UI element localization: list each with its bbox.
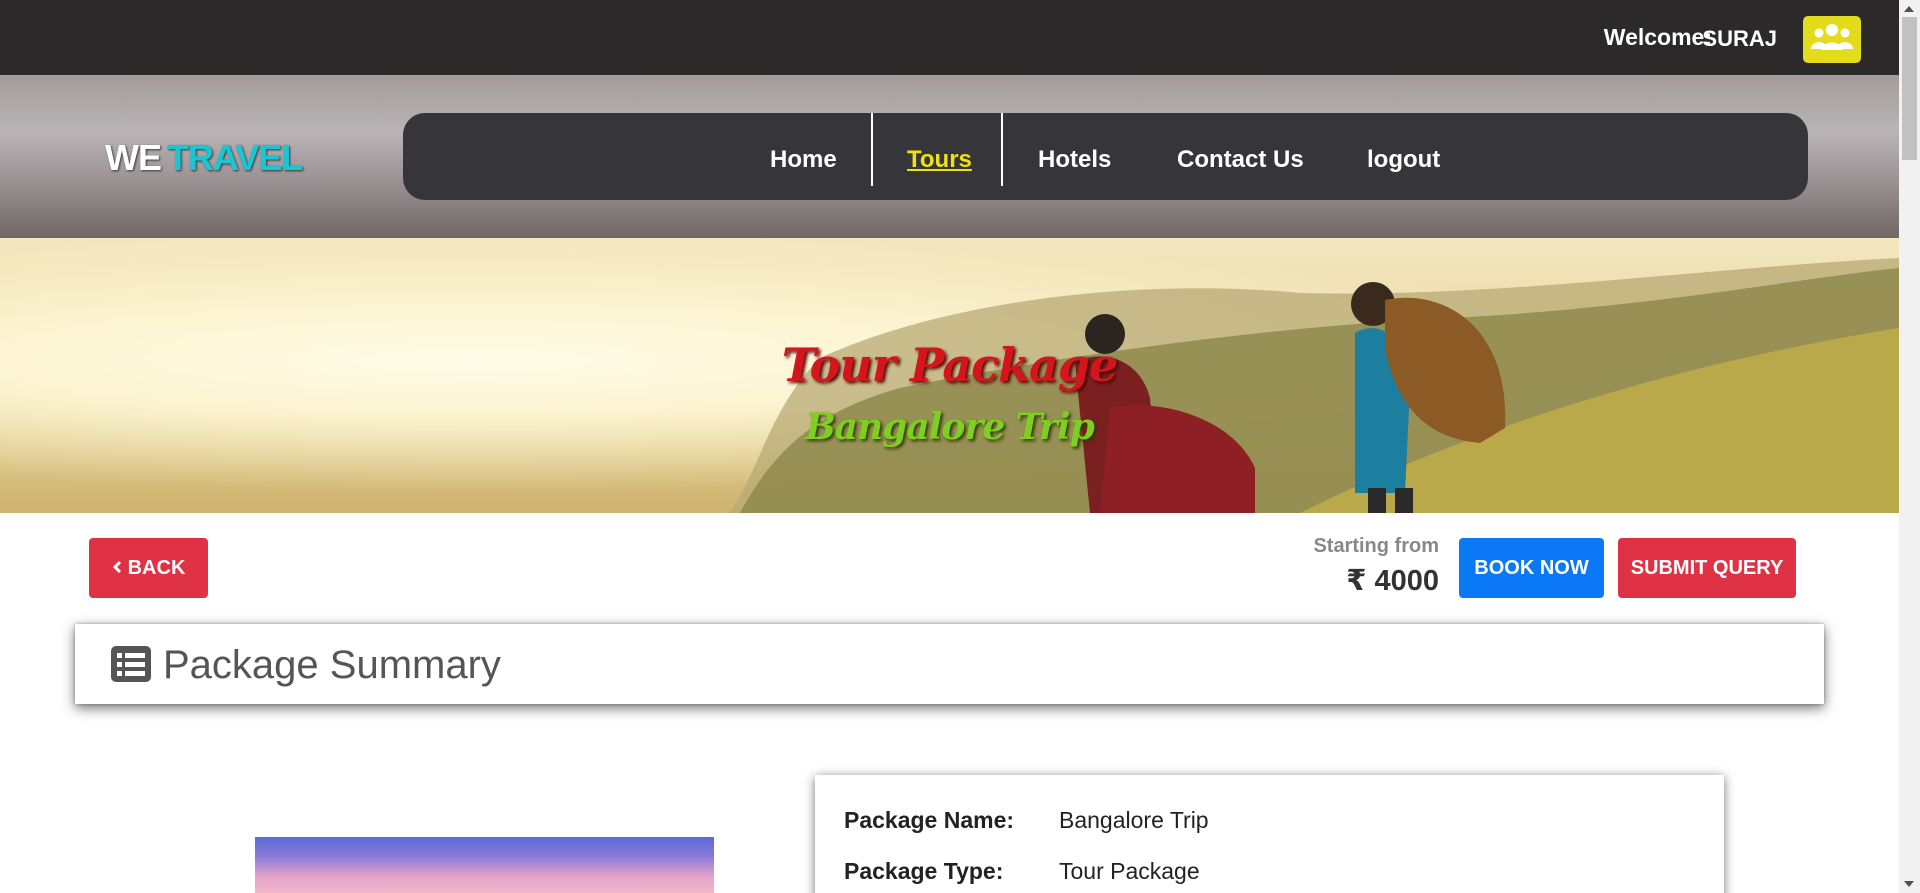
nav-hotels[interactable]: Hotels	[1038, 146, 1111, 174]
list-icon	[111, 646, 151, 687]
package-name-label: Package Name:	[844, 807, 1015, 833]
submit-query-label: SUBMIT QUERY	[1630, 556, 1784, 579]
package-details-card: Package Name: Bangalore Trip Package Typ…	[815, 775, 1724, 893]
nav-divider	[1001, 113, 1003, 186]
chevron-left-icon	[112, 557, 122, 580]
scroll-thumb[interactable]	[1902, 17, 1917, 160]
main-nav: Home Tours Hotels Contact Us logout	[403, 113, 1808, 200]
site-logo[interactable]: WE TRAVEL	[105, 137, 303, 179]
back-label: BACK	[127, 556, 186, 579]
nav-logout[interactable]: logout	[1367, 146, 1440, 174]
site-header: WE TRAVEL Home Tours Hotels Contact Us lo…	[0, 75, 1899, 238]
username: SURAJ	[1702, 26, 1777, 51]
starting-from-label: Starting from	[1313, 535, 1439, 557]
package-type-label: Package Type:	[844, 858, 1004, 884]
hero-subtitle: Bangalore Trip	[805, 406, 1095, 448]
submit-query-button[interactable]: SUBMIT QUERY	[1618, 538, 1796, 598]
users-icon	[1810, 22, 1854, 57]
nav-tours[interactable]: Tours	[907, 146, 972, 174]
price-value: ₹ 4000	[1346, 565, 1439, 597]
scroll-up-arrow-icon[interactable]	[1904, 6, 1914, 12]
back-button[interactable]: BACK	[89, 538, 208, 598]
nav-home[interactable]: Home	[770, 146, 837, 174]
user-menu-button[interactable]	[1803, 16, 1861, 63]
package-type-value: Tour Package	[1059, 858, 1200, 884]
nav-contact-us[interactable]: Contact Us	[1177, 146, 1304, 174]
book-now-button[interactable]: BOOK NOW	[1459, 538, 1604, 598]
logo-travel: TRAVEL	[167, 137, 303, 178]
hero-title: Tour Package	[781, 338, 1119, 392]
package-image	[255, 837, 714, 893]
nav-divider	[871, 113, 873, 186]
top-bar: Welcome: SURAJ	[0, 0, 1899, 75]
welcome-label: Welcome:	[1603, 24, 1712, 50]
book-now-label: BOOK NOW	[1474, 556, 1589, 579]
logo-we: WE	[105, 137, 162, 178]
page-scrollbar[interactable]	[1899, 0, 1920, 893]
hero-banner: Tour Package Bangalore Trip	[0, 238, 1899, 513]
scroll-down-arrow-icon[interactable]	[1904, 881, 1914, 887]
package-summary-title: Package Summary	[163, 643, 501, 687]
package-name-value: Bangalore Trip	[1059, 807, 1209, 833]
package-summary-bar: Package Summary	[75, 624, 1824, 704]
